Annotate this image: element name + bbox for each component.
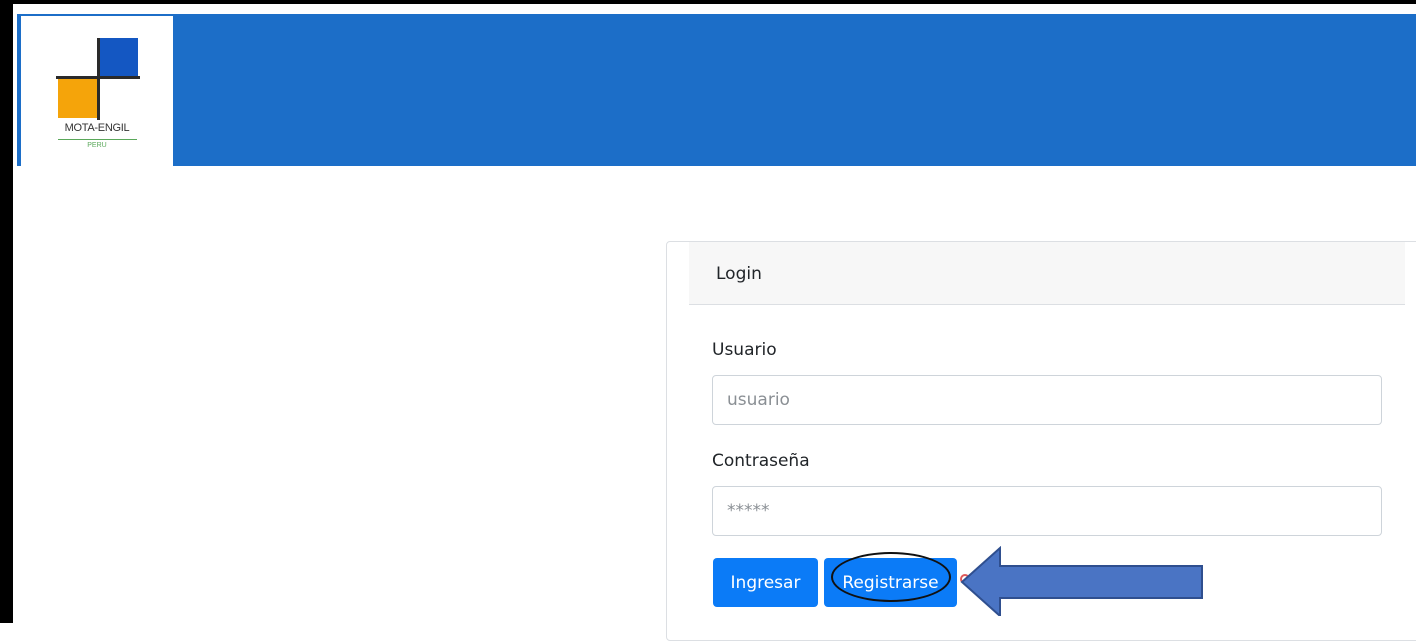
login-card-header xyxy=(689,242,1405,305)
username-input[interactable] xyxy=(712,375,1382,425)
logo[interactable]: MOTA-ENGIL PERU xyxy=(21,16,173,166)
login-title: Login xyxy=(716,264,762,284)
username-label: Usuario xyxy=(712,340,777,360)
logo-orange-square xyxy=(58,78,98,118)
logo-horizontal-line xyxy=(56,76,140,79)
logo-country: PERU xyxy=(87,142,107,149)
logo-blue-square xyxy=(98,38,138,78)
login-button[interactable]: Ingresar xyxy=(713,558,818,607)
header-bar xyxy=(17,14,1416,166)
logo-vertical-line xyxy=(97,38,100,120)
logo-brand-name: MOTA-ENGIL xyxy=(64,122,130,134)
password-input[interactable] xyxy=(712,486,1382,536)
left-arrow-icon xyxy=(960,546,1203,616)
highlight-ellipse xyxy=(831,552,951,602)
logo-divider xyxy=(58,139,137,140)
password-label: Contraseña xyxy=(712,451,810,471)
